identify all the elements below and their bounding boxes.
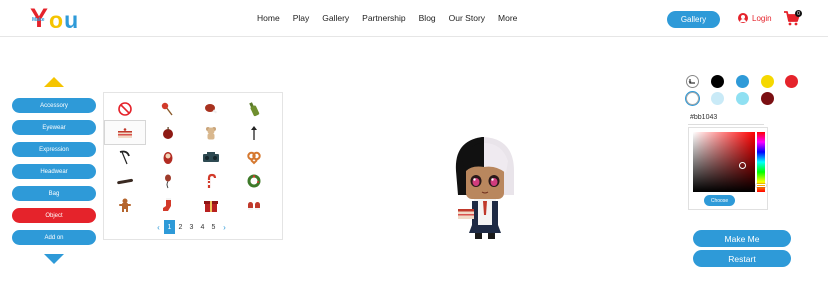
- page-1-button[interactable]: 1: [164, 220, 175, 234]
- page-3-button[interactable]: 3: [186, 220, 197, 234]
- choose-color-button[interactable]: Choose: [704, 195, 735, 206]
- logo-letter-o: o: [49, 7, 64, 33]
- item-cell[interactable]: [233, 192, 275, 217]
- mittens-icon: [248, 201, 260, 210]
- item-cell[interactable]: [190, 168, 232, 193]
- nav-blog[interactable]: Blog: [419, 13, 436, 23]
- scroll-down-arrow-icon[interactable]: [44, 254, 64, 264]
- color-swatch-white[interactable]: [686, 92, 699, 105]
- nav-home[interactable]: Home: [257, 13, 280, 23]
- saturation-value-area[interactable]: [693, 132, 755, 192]
- nav-more[interactable]: More: [498, 13, 517, 23]
- stocking-icon: [163, 197, 171, 211]
- boombox-icon: [203, 151, 219, 162]
- user-icon: [738, 13, 748, 23]
- category-bag[interactable]: Bag: [12, 186, 96, 201]
- candy-pop-icon: [161, 102, 173, 115]
- item-cell[interactable]: [104, 144, 146, 169]
- pretzel-icon: [247, 151, 261, 164]
- gingerbread-icon: [119, 198, 131, 212]
- color-swatch-blue[interactable]: [736, 75, 749, 88]
- page-4-button[interactable]: 4: [197, 220, 208, 234]
- nav-gallery[interactable]: Gallery: [322, 13, 349, 23]
- item-cell[interactable]: [104, 96, 146, 121]
- no-item-icon: [118, 101, 132, 116]
- nav-partnership[interactable]: Partnership: [362, 13, 405, 23]
- apple-icon: [163, 126, 173, 139]
- item-cell[interactable]: [233, 168, 275, 193]
- undo-icon: [688, 79, 695, 84]
- scroll-up-arrow-icon[interactable]: [44, 77, 64, 87]
- category-object[interactable]: Object: [12, 208, 96, 223]
- saturation-handle[interactable]: [739, 162, 746, 169]
- gift-icon: [204, 200, 218, 212]
- wand-icon: [251, 125, 257, 140]
- item-cell[interactable]: [147, 144, 189, 169]
- category-eyewear[interactable]: Eyewear: [12, 120, 96, 135]
- color-swatch-light-blue[interactable]: [711, 92, 724, 105]
- hue-slider[interactable]: [757, 132, 765, 192]
- item-cell[interactable]: [190, 192, 232, 217]
- candy-cane-icon: [207, 173, 217, 188]
- hue-handle[interactable]: [756, 184, 766, 187]
- color-picker: Choose: [688, 127, 768, 210]
- doll-icon: [163, 151, 173, 164]
- header: Y o u Make Home Play Gallery Partnership…: [0, 0, 828, 37]
- cake-slice-icon: [118, 127, 132, 138]
- logo-letter-u: u: [64, 7, 79, 33]
- logo[interactable]: Y o u Make: [30, 4, 78, 32]
- prev-page-button[interactable]: ‹: [153, 220, 164, 234]
- make-me-button[interactable]: Make Me: [693, 230, 791, 247]
- reset-color-swatch[interactable]: [686, 75, 699, 88]
- page-2-button[interactable]: 2: [175, 220, 186, 234]
- page: Y o u Make Home Play Gallery Partnership…: [0, 0, 828, 301]
- baguette-icon: [117, 178, 133, 184]
- login-link[interactable]: Login: [738, 13, 772, 23]
- color-swatch-yellow[interactable]: [761, 75, 774, 88]
- nav-play[interactable]: Play: [293, 13, 310, 23]
- item-cell[interactable]: [190, 144, 232, 169]
- category-expression[interactable]: Expression: [12, 142, 96, 157]
- logo-tag: Make: [32, 17, 45, 23]
- item-grid-panel: [103, 92, 283, 240]
- gallery-button[interactable]: Gallery: [667, 11, 720, 28]
- avatar-preview: [455, 137, 514, 239]
- main-nav: Home Play Gallery Partnership Blog Our S…: [257, 13, 530, 23]
- color-swatch-dark-red[interactable]: [761, 92, 774, 105]
- balloon-icon: [165, 174, 171, 188]
- hex-color-input[interactable]: [688, 111, 764, 125]
- item-cell[interactable]: [233, 144, 275, 169]
- category-add-on[interactable]: Add on: [12, 230, 96, 245]
- color-swatch-cyan[interactable]: [736, 92, 749, 105]
- restart-button[interactable]: Restart: [693, 250, 791, 267]
- pagination: ‹ 1 2 3 4 5 ›: [153, 220, 230, 234]
- item-cell[interactable]: [104, 192, 146, 217]
- category-list: Accessory Eyewear Expression Headwear Ba…: [12, 98, 96, 252]
- color-swatch-red[interactable]: [785, 75, 798, 88]
- next-page-button[interactable]: ›: [219, 220, 230, 234]
- category-headwear[interactable]: Headwear: [12, 164, 96, 179]
- bottle-icon: [249, 101, 260, 116]
- item-cell[interactable]: [147, 96, 189, 121]
- login-label: Login: [752, 13, 772, 23]
- wreath-icon: [247, 174, 261, 187]
- item-cell[interactable]: [147, 192, 189, 217]
- item-cell[interactable]: [190, 96, 232, 121]
- cart-count-badge: 0: [795, 10, 802, 17]
- item-cell[interactable]: [147, 120, 189, 145]
- item-cell[interactable]: [190, 120, 232, 145]
- item-cell[interactable]: [233, 96, 275, 121]
- scythe-icon: [119, 150, 130, 164]
- page-5-button[interactable]: 5: [208, 220, 219, 234]
- item-cell[interactable]: [147, 168, 189, 193]
- teddy-bear-icon: [206, 126, 216, 139]
- category-accessory[interactable]: Accessory: [12, 98, 96, 113]
- item-cell-selected[interactable]: [104, 120, 146, 145]
- item-cell[interactable]: [233, 120, 275, 145]
- nav-our-story[interactable]: Our Story: [449, 13, 485, 23]
- item-cell[interactable]: [104, 168, 146, 193]
- color-swatch-black[interactable]: [711, 75, 724, 88]
- drumstick-icon: [205, 103, 218, 114]
